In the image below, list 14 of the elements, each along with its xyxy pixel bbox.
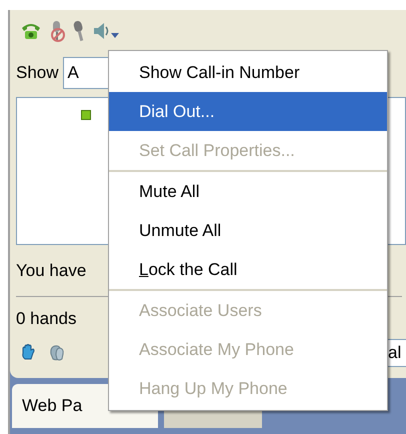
show-label: Show	[16, 62, 59, 84]
status-text: You have	[16, 260, 86, 282]
microphone-icon[interactable]	[72, 20, 86, 42]
speaker-icon[interactable]	[92, 21, 110, 41]
menu-item[interactable]: Unmute All	[109, 211, 387, 250]
muted-microphone-icon[interactable]	[48, 20, 66, 42]
caret-icon[interactable]	[111, 33, 119, 38]
hands-count: 0 hands	[16, 308, 76, 330]
menu-item[interactable]: Lock the Call	[109, 250, 387, 289]
menu-item[interactable]: Mute All	[109, 172, 387, 211]
raised-hand-icon[interactable]	[20, 344, 36, 362]
menu-item[interactable]: Dial Out...	[109, 92, 387, 131]
menu-item[interactable]: Show Call-in Number	[109, 53, 387, 92]
telephone-icon[interactable]	[20, 21, 42, 41]
